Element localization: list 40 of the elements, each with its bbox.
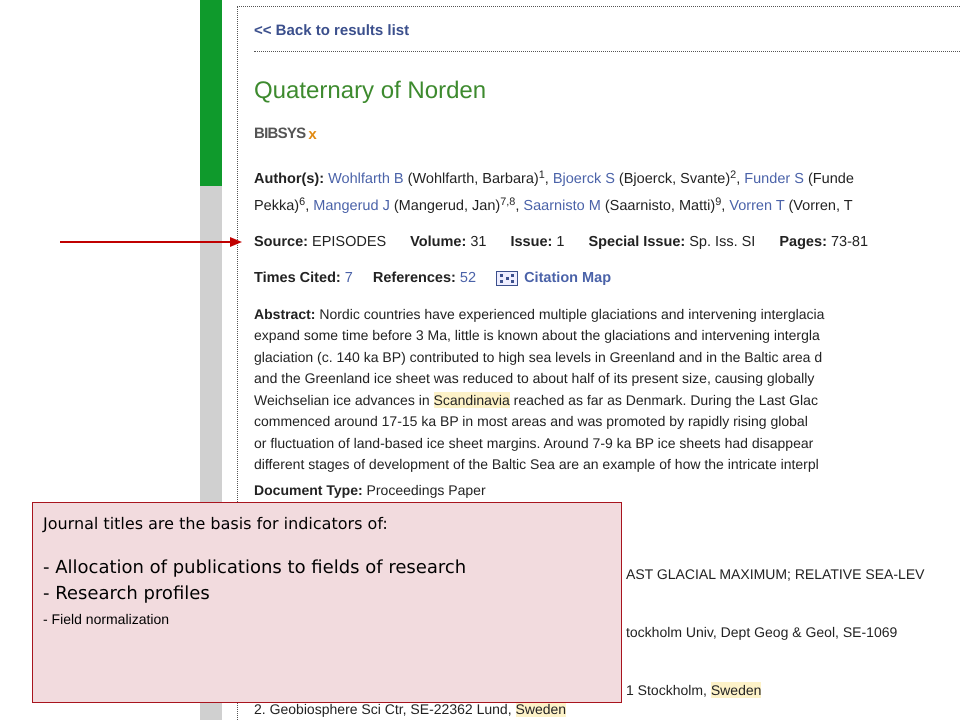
callout-item: - Field normalization (43, 610, 170, 629)
source-field: Volume: 31 (410, 232, 486, 254)
count-link[interactable]: 52 (460, 270, 476, 286)
callout-item: - Research profiles (43, 582, 210, 606)
callout-heading: Journal titles are the basis for indicators of: (43, 513, 389, 535)
record-line: tockholm Univ, Dept Geog & Geol, SE-1069 (626, 622, 898, 642)
record-line: AST GLACIAL MAXIMUM; RELATIVE SEA-LEV (626, 564, 924, 584)
logo-mark: x (308, 127, 317, 143)
source-field: Pages: 73-81 (779, 232, 868, 254)
author-link[interactable]: Funder S (744, 171, 804, 187)
bibsys-logo[interactable]: BIBSYS x (254, 125, 317, 143)
abstract-line: and the Greenland ice sheet was reduced to about half of its present size, causing globally (254, 369, 816, 388)
abstract-line: commenced around 17-15 ka BP in most areas and was promoted by rapidly rising global (254, 412, 809, 431)
author-line: Pekka)$^{6}$, Mangerud J (Mangerud, Jan)$^{7,8}$, Saarnisto M (Saarnisto, Matti)$^{9}$, Vorren T (Vorren, T (254, 194, 854, 216)
citation-map-link[interactable]: Citation Map (496, 268, 612, 290)
callout-item: - Allocation of publications to fields of research (43, 556, 466, 580)
source-field: Source: EPISODES (254, 232, 386, 254)
document-type: Document Type: Proceedings Paper (254, 480, 487, 500)
record-title: Quaternary of Norden (254, 77, 488, 105)
logo-text: BIBSYS (254, 125, 306, 143)
abstract-line: expand some time before 3 Ma, little is known about the glaciations and intervening intergla (254, 326, 821, 345)
abstract-line: different stages of development of the Baltic Sea are an example of how the intricate interpl (254, 455, 820, 474)
author-link[interactable]: Bjoerck S (552, 171, 615, 187)
author-line: Author(s): Wohlfarth B (Wohlfarth, Barbara)$^{1}$, Bjoerck S (Bjoerck, Svante)$^{2}$, Funder S (Funde (254, 168, 855, 189)
author-link[interactable]: Vorren T (729, 198, 784, 214)
abstract-line: Abstract: Nordic countries have experienced multiple glaciations and intervening interglacia (254, 304, 826, 324)
source-field: Issue: 1 (510, 232, 564, 254)
count-link[interactable]: 7 (344, 270, 353, 286)
network-icon (496, 271, 518, 286)
citation-field: Times Cited: 7 (254, 268, 353, 290)
author-link[interactable]: Wohlfarth B (328, 171, 404, 187)
record-line: 1 Stockholm, Sweden (626, 680, 762, 700)
abstract-line: or fluctuation of land-based ice sheet margins. Around 7-9 ka BP ice sheets had disappear (254, 434, 814, 453)
source-field: Special Issue: Sp. Iss. SI (588, 232, 756, 254)
author-link[interactable]: Mangerud J (313, 198, 390, 214)
abstract-line: glaciation (c. 140 ka BP) contributed to high sea levels in Greenland and in the Baltic area d (254, 348, 824, 367)
citation-field: References: 52 (372, 268, 476, 290)
back-link[interactable]: << Back to results list (254, 22, 410, 39)
abstract-line: Weichselian ice advances in Scandinavia reached as far as Denmark. During the Last Glac (254, 390, 819, 410)
author-link[interactable]: Saarnisto M (523, 198, 601, 214)
